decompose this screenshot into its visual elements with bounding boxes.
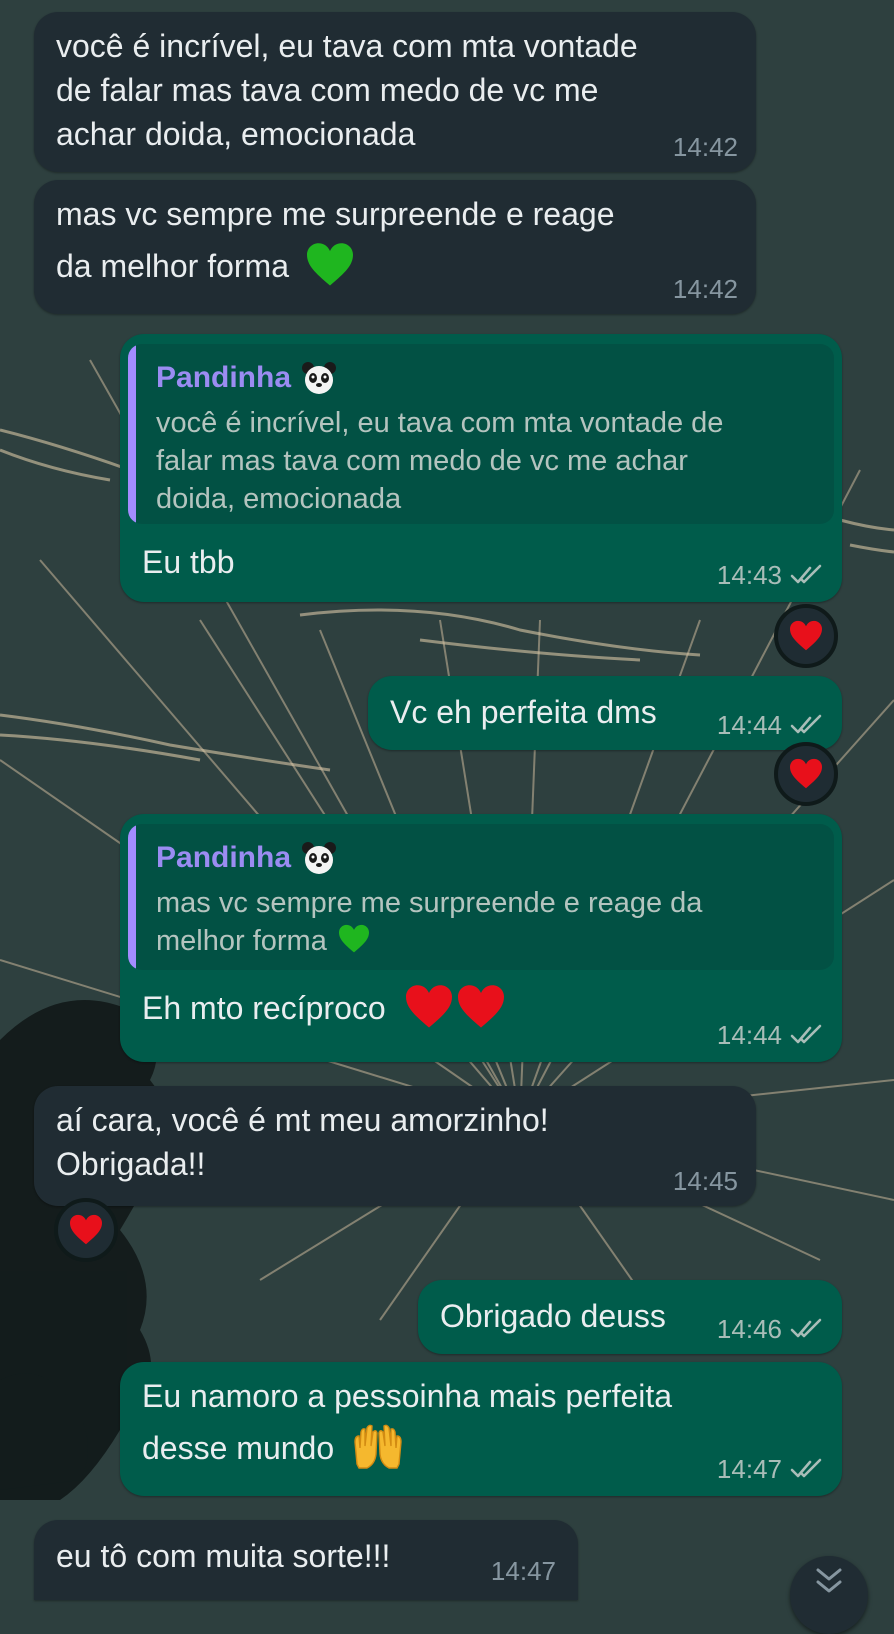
message-incoming[interactable]: você é incrível, eu tava com mta vontade…	[34, 12, 756, 172]
double-check-icon	[790, 1458, 822, 1478]
message-text: aí cara, você é mt meu amorzinho!	[56, 1102, 549, 1138]
message-time: 14:42	[672, 132, 738, 162]
message-time: 14:44	[716, 710, 782, 740]
message-time: 14:43	[716, 560, 782, 590]
message-time: 14:47	[716, 1454, 782, 1484]
red-heart-icon	[790, 620, 822, 651]
message-text: Eh mto recíproco	[142, 984, 507, 1030]
quote-author-name: Pandinha	[156, 361, 292, 394]
message-outgoing[interactable]: Eu namoro a pessoinha mais perfeita dess…	[120, 1362, 842, 1496]
message-time: 14:46	[716, 1314, 782, 1344]
message-text: Vc eh perfeita dms	[390, 694, 657, 730]
message-meta: 14:43	[717, 560, 824, 590]
message-meta: 14:44	[717, 710, 824, 740]
message-outgoing[interactable]: Obrigado deuss 14:46	[418, 1280, 842, 1354]
green-heart-emoji-icon	[338, 925, 369, 953]
message-meta: 14:44	[717, 1020, 824, 1050]
double-chevron-down-icon	[816, 1568, 842, 1593]
red-heart-icon	[70, 1214, 102, 1245]
message-text: mas vc sempre me surpreende e reage	[56, 196, 615, 232]
double-check-icon	[790, 564, 822, 584]
message-time: 14:44	[716, 1020, 782, 1050]
scroll-to-bottom-button[interactable]	[790, 1556, 868, 1634]
message-text-line: da melhor forma	[56, 248, 289, 284]
message-text: você é incrível, eu tava com mta vontade	[56, 28, 638, 64]
message-time: 14:45	[672, 1166, 738, 1196]
quoted-message[interactable]: Pandinha mas vc sempre me surpreende e r…	[128, 824, 834, 970]
reaction-badge[interactable]	[774, 742, 838, 806]
message-text: achar doida, emocionada	[56, 116, 416, 152]
quote-text-fragment: melhor forma	[156, 925, 327, 957]
message-outgoing[interactable]: Vc eh perfeita dms 14:44	[368, 676, 842, 750]
quote-text-line: você é incrível, eu tava com mta vontade…	[156, 407, 724, 439]
message-text: Obrigado deuss	[440, 1298, 666, 1334]
message-text: Eu tbb	[142, 544, 235, 580]
red-heart-emoji-icon	[457, 984, 504, 1027]
message-text: de falar mas tava com medo de vc me	[56, 72, 599, 108]
quote-text-line: doida, emocionada	[156, 483, 402, 515]
reaction-badge[interactable]	[774, 604, 838, 668]
message-text: desse mundo	[142, 1424, 405, 1470]
message-time: 14:47	[490, 1556, 556, 1586]
quote-bar	[128, 824, 136, 970]
quote-text-line: melhor forma	[156, 922, 702, 960]
message-incoming[interactable]: eu tô com muita sorte!!! 14:47	[34, 1520, 578, 1600]
message-incoming[interactable]: mas vc sempre me surpreende e reage da m…	[34, 180, 756, 314]
message-time: 14:42	[672, 274, 738, 304]
message-outgoing-reply[interactable]: Pandinha mas vc sempre me surpreende e r…	[120, 814, 842, 1062]
message-text: Eu namoro a pessoinha mais perfeita	[142, 1378, 673, 1414]
reaction-badge[interactable]	[54, 1198, 118, 1262]
message-text-line: Eh mto recíproco	[142, 990, 386, 1026]
message-outgoing-reply[interactable]: Pandinha você é incrível, eu tava com mt…	[120, 334, 842, 602]
green-heart-emoji-icon	[306, 242, 353, 285]
message-text: da melhor forma	[56, 242, 356, 288]
quote-text-line: falar mas tava com medo de vc me achar	[156, 445, 688, 477]
message-text: eu tô com muita sorte!!!	[56, 1538, 391, 1574]
quote-author: Pandinha	[156, 840, 337, 876]
double-check-icon	[790, 1024, 822, 1044]
panda-emoji-icon	[302, 842, 337, 874]
quote-text: mas vc sempre me surpreende e reage da m…	[156, 884, 702, 960]
red-heart-emoji-icon	[405, 984, 452, 1027]
quote-text-line: mas vc sempre me surpreende e reage da	[156, 887, 703, 919]
quoted-message[interactable]: Pandinha você é incrível, eu tava com mt…	[128, 344, 834, 524]
quote-bar	[128, 344, 136, 524]
message-text-line: desse mundo	[142, 1430, 335, 1466]
double-check-icon	[790, 1318, 822, 1338]
raised-hands-emoji-icon	[354, 1424, 402, 1469]
message-meta: 14:46	[717, 1314, 824, 1344]
quote-author: Pandinha	[156, 360, 337, 396]
message-text: Obrigada!!	[56, 1146, 206, 1182]
quote-author-name: Pandinha	[156, 841, 292, 874]
panda-emoji-icon	[302, 362, 337, 394]
message-incoming[interactable]: aí cara, você é mt meu amorzinho! Obriga…	[34, 1086, 756, 1206]
red-heart-icon	[790, 758, 822, 789]
quote-text: você é incrível, eu tava com mta vontade…	[156, 404, 723, 518]
message-meta: 14:47	[717, 1454, 824, 1484]
double-check-icon	[790, 714, 822, 734]
